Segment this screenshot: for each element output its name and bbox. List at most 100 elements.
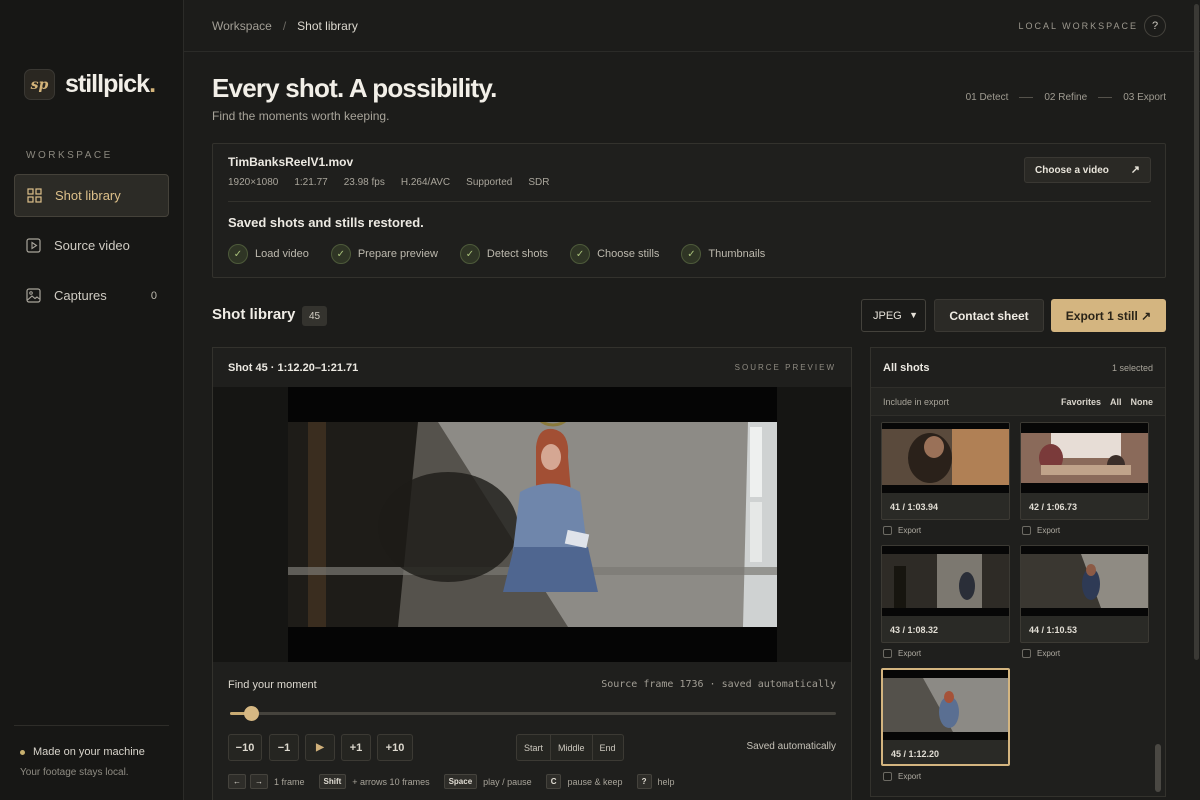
divider [228, 201, 1151, 202]
shots-scrollbar[interactable] [1155, 744, 1161, 792]
key-shift: Shift [318, 774, 347, 789]
check-icon: ✓ [330, 244, 351, 264]
hint-text: 1 frame [274, 776, 305, 787]
shot-thumbnail [883, 670, 1008, 740]
segment-start[interactable]: Start [517, 735, 552, 760]
key-question: ? [636, 774, 652, 789]
shot-label: 41 / 1:03.94 [890, 502, 939, 512]
video-filename: TimBanksReelV1.mov [228, 155, 354, 169]
hint-text: help [657, 776, 675, 787]
app-logo[interactable]: sp stillpick. [24, 69, 156, 100]
hint-text: + arrows 10 frames [352, 776, 430, 787]
shot-count-badge: 45 [302, 306, 327, 326]
export-checkbox-45[interactable]: Export [883, 772, 921, 781]
filter-links: Favorites All None [1061, 397, 1153, 407]
key-right-arrow: → [250, 774, 268, 789]
check-detect-shots: ✓ Detect shots [459, 244, 548, 264]
shot-thumbnail [1021, 423, 1148, 493]
export-checkbox-43[interactable]: Export [883, 649, 921, 658]
step-back-1-button[interactable]: −1 [269, 734, 299, 761]
format-select[interactable]: JPEG ▼ [861, 299, 926, 332]
check-icon: ✓ [681, 244, 702, 264]
export-button[interactable]: Export 1 still ↗ [1051, 299, 1166, 332]
shot-tile-41[interactable]: 41 / 1:03.94 [881, 422, 1010, 520]
scrub-slider-thumb[interactable] [244, 706, 260, 721]
shot-tile-44[interactable]: 44 / 1:10.53 [1020, 545, 1149, 643]
page-title: Every shot. A possibility. [212, 73, 497, 103]
filter-all[interactable]: All [1110, 397, 1122, 407]
restore-status: Saved shots and stills restored. [228, 215, 424, 230]
breadcrumb: Workspace / Shot library [212, 19, 358, 33]
page-scrollbar[interactable] [1194, 4, 1199, 660]
breadcrumb-current: Shot library [297, 19, 358, 33]
preview-title: Shot 45 · 1:12.20–1:21.71 [228, 362, 359, 374]
shot-tile-42[interactable]: 42 / 1:06.73 [1020, 422, 1149, 520]
hint-text: play / pause [483, 776, 532, 787]
preview-panel: Shot 45 · 1:12.20–1:21.71 SOURCE PREVIEW [212, 347, 852, 800]
image-icon [26, 288, 41, 303]
meta-support: Supported [466, 177, 513, 188]
check-choose-stills: ✓ Choose stills [570, 244, 659, 264]
contact-sheet-button[interactable]: Contact sheet [934, 299, 1044, 332]
segment-end[interactable]: End [593, 735, 623, 760]
position-segment-control: Start Middle End [516, 734, 624, 761]
shot-library-title: Shot library [212, 306, 296, 323]
export-filter-bar: Include in export Favorites All None [871, 387, 1165, 416]
sidebar-item-label: Shot library [55, 188, 121, 203]
check-prepare-preview: ✓ Prepare preview [330, 244, 438, 264]
step-export: 03 Export [1123, 92, 1166, 103]
sidebar-item-captures[interactable]: Captures 0 [14, 274, 169, 317]
meta-fps: 23.98 fps [343, 177, 385, 188]
choose-video-button[interactable]: Choose a video ↗ [1024, 157, 1151, 183]
play-button[interactable]: ▶ [305, 734, 335, 761]
status-dot-icon [20, 749, 25, 755]
shot-label: 43 / 1:08.32 [890, 625, 939, 635]
grid-icon [27, 188, 42, 203]
checkbox[interactable] [883, 526, 892, 535]
video-info-card: TimBanksReelV1.mov 1920×1080 1:21.77 23.… [212, 143, 1166, 278]
meta-resolution: 1920×1080 [228, 177, 279, 188]
checkbox[interactable] [883, 772, 892, 781]
check-icon: ✓ [459, 244, 480, 264]
hint-text: pause & keep [567, 776, 623, 787]
export-checkbox-41[interactable]: Export [883, 526, 921, 535]
shot-thumbnail [882, 423, 1009, 493]
key-c: C [545, 774, 562, 789]
sidebar-item-source-video[interactable]: Source video [14, 224, 169, 267]
sidebar: sp stillpick. WORKSPACE Shot library Sou… [0, 0, 184, 800]
check-load-video: ✓ Load video [228, 244, 309, 264]
checkbox[interactable] [1022, 649, 1031, 658]
step-forward-1-button[interactable]: +1 [341, 734, 371, 761]
check-icon: ✓ [228, 244, 248, 264]
external-arrow-icon: ↗ [1130, 164, 1140, 176]
key-left-arrow: ← [228, 774, 246, 789]
checkbox[interactable] [1022, 526, 1031, 535]
shot-label: 45 / 1:12.20 [891, 749, 940, 759]
step-forward-10-button[interactable]: +10 [377, 734, 413, 761]
step-refine: 02 Refine [1044, 92, 1088, 103]
scrub-slider[interactable] [230, 706, 836, 721]
export-checkbox-42[interactable]: Export [1022, 526, 1060, 535]
export-checkbox-44[interactable]: Export [1022, 649, 1060, 658]
video-stage[interactable] [213, 387, 851, 662]
step-back-10-button[interactable]: −10 [228, 734, 262, 761]
shot-tile-45[interactable]: 45 / 1:12.20 [881, 668, 1010, 766]
app-name: stillpick. [65, 70, 156, 98]
workflow-steps: 01 Detect 02 Refine 03 Export [966, 92, 1166, 103]
help-button[interactable]: ? [1144, 15, 1166, 37]
filter-favorites[interactable]: Favorites [1061, 397, 1101, 407]
chevron-down-icon: ▼ [909, 310, 918, 320]
save-status: Saved automatically [746, 741, 837, 752]
shot-thumbnail [1021, 546, 1148, 616]
meta-duration: 1:21.77 [294, 177, 328, 188]
shot-tile-43[interactable]: 43 / 1:08.32 [881, 545, 1010, 643]
filter-none[interactable]: None [1131, 397, 1154, 407]
check-thumbnails: ✓ Thumbnails [681, 244, 765, 264]
shot-thumbnail [882, 546, 1009, 616]
segment-middle[interactable]: Middle [551, 735, 593, 760]
video-frame[interactable] [288, 387, 777, 662]
checkbox[interactable] [883, 649, 892, 658]
sidebar-item-shot-library[interactable]: Shot library [14, 174, 169, 217]
captures-count: 0 [150, 289, 157, 302]
breadcrumb-workspace[interactable]: Workspace [212, 19, 272, 33]
